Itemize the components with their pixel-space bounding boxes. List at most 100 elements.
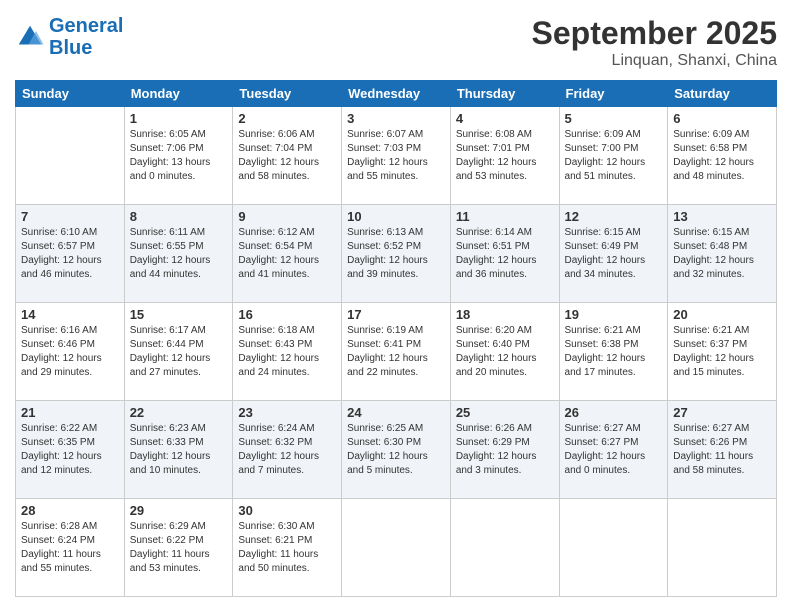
calendar-week-row: 1 Sunrise: 6:05 AM Sunset: 7:06 PM Daylig… — [16, 107, 777, 205]
day-number: 27 — [673, 405, 771, 420]
table-row: 17 Sunrise: 6:19 AM Sunset: 6:41 PM Dayli… — [342, 303, 451, 401]
table-row: 29 Sunrise: 6:29 AM Sunset: 6:22 PM Dayli… — [124, 499, 233, 597]
day-number: 22 — [130, 405, 228, 420]
table-row: 25 Sunrise: 6:26 AM Sunset: 6:29 PM Dayli… — [450, 401, 559, 499]
day-number: 4 — [456, 111, 554, 126]
day-info: Sunrise: 6:20 AM Sunset: 6:40 PM Dayligh… — [456, 324, 554, 380]
day-number: 14 — [21, 307, 119, 322]
day-info: Sunrise: 6:13 AM Sunset: 6:52 PM Dayligh… — [347, 226, 445, 282]
title-block: September 2025 Linquan, Shanxi, China — [532, 15, 777, 70]
table-row: 9Sunrise: 6:12 AM Sunset: 6:54 PM Daylig… — [233, 205, 342, 303]
day-info: Sunrise: 6:16 AM Sunset: 6:46 PM Dayligh… — [21, 324, 119, 380]
day-info: Sunrise: 6:09 AM Sunset: 7:00 PM Dayligh… — [565, 128, 663, 184]
day-number: 13 — [673, 209, 771, 224]
table-row: 2Sunrise: 6:06 AM Sunset: 7:04 PM Daylig… — [233, 107, 342, 205]
day-info: Sunrise: 6:27 AM Sunset: 6:27 PM Dayligh… — [565, 422, 663, 478]
day-info: Sunrise: 6:27 AM Sunset: 6:26 PM Dayligh… — [673, 422, 771, 478]
table-row: 21 Sunrise: 6:22 AM Sunset: 6:35 PM Dayli… — [16, 401, 125, 499]
table-row: 5 Sunrise: 6:09 AM Sunset: 7:00 PM Daylig… — [559, 107, 668, 205]
day-number: 28 — [21, 503, 119, 518]
table-row — [450, 499, 559, 597]
day-number: 25 — [456, 405, 554, 420]
table-row: 18 Sunrise: 6:20 AM Sunset: 6:40 PM Dayli… — [450, 303, 559, 401]
col-tuesday: Tuesday — [233, 81, 342, 107]
logo-icon — [15, 22, 45, 52]
col-wednesday: Wednesday — [342, 81, 451, 107]
day-number: 3 — [347, 111, 445, 126]
day-info: Sunrise: 6:28 AM Sunset: 6:24 PM Dayligh… — [21, 520, 119, 576]
table-row: 30Sunrise: 6:30 AM Sunset: 6:21 PM Dayli… — [233, 499, 342, 597]
day-info: Sunrise: 6:21 AM Sunset: 6:38 PM Dayligh… — [565, 324, 663, 380]
day-info: Sunrise: 6:12 AM Sunset: 6:54 PM Dayligh… — [238, 226, 336, 282]
col-monday: Monday — [124, 81, 233, 107]
table-row: 16 Sunrise: 6:18 AM Sunset: 6:43 PM Dayli… — [233, 303, 342, 401]
day-info: Sunrise: 6:19 AM Sunset: 6:41 PM Dayligh… — [347, 324, 445, 380]
table-row: 22 Sunrise: 6:23 AM Sunset: 6:33 PM Dayli… — [124, 401, 233, 499]
day-info: Sunrise: 6:18 AM Sunset: 6:43 PM Dayligh… — [238, 324, 336, 380]
day-info: Sunrise: 6:06 AM Sunset: 7:04 PM Dayligh… — [238, 128, 336, 184]
table-row: 19 Sunrise: 6:21 AM Sunset: 6:38 PM Dayli… — [559, 303, 668, 401]
day-info: Sunrise: 6:25 AM Sunset: 6:30 PM Dayligh… — [347, 422, 445, 478]
day-info: Sunrise: 6:24 AM Sunset: 6:32 PM Dayligh… — [238, 422, 336, 478]
col-saturday: Saturday — [668, 81, 777, 107]
table-row: 4 Sunrise: 6:08 AM Sunset: 7:01 PM Daylig… — [450, 107, 559, 205]
day-info: Sunrise: 6:11 AM Sunset: 6:55 PM Dayligh… — [130, 226, 228, 282]
table-row: 7Sunrise: 6:10 AM Sunset: 6:57 PM Daylig… — [16, 205, 125, 303]
calendar-header-row: Sunday Monday Tuesday Wednesday Thursday… — [16, 81, 777, 107]
day-info: Sunrise: 6:09 AM Sunset: 6:58 PM Dayligh… — [673, 128, 771, 184]
day-number: 26 — [565, 405, 663, 420]
day-number: 16 — [238, 307, 336, 322]
col-sunday: Sunday — [16, 81, 125, 107]
day-number: 17 — [347, 307, 445, 322]
table-row: 10 Sunrise: 6:13 AM Sunset: 6:52 PM Dayli… — [342, 205, 451, 303]
month-title: September 2025 — [532, 15, 777, 52]
table-row — [559, 499, 668, 597]
table-row: 3 Sunrise: 6:07 AM Sunset: 7:03 PM Daylig… — [342, 107, 451, 205]
table-row: 26 Sunrise: 6:27 AM Sunset: 6:27 PM Dayli… — [559, 401, 668, 499]
calendar-week-row: 14 Sunrise: 6:16 AM Sunset: 6:46 PM Dayli… — [16, 303, 777, 401]
day-info: Sunrise: 6:22 AM Sunset: 6:35 PM Dayligh… — [21, 422, 119, 478]
day-info: Sunrise: 6:08 AM Sunset: 7:01 PM Dayligh… — [456, 128, 554, 184]
day-info: Sunrise: 6:05 AM Sunset: 7:06 PM Dayligh… — [130, 128, 228, 184]
logo-line1: General — [49, 15, 123, 37]
day-info: Sunrise: 6:29 AM Sunset: 6:22 PM Dayligh… — [130, 520, 228, 576]
day-info: Sunrise: 6:10 AM Sunset: 6:57 PM Dayligh… — [21, 226, 119, 282]
table-row: 27 Sunrise: 6:27 AM Sunset: 6:26 PM Dayli… — [668, 401, 777, 499]
table-row: 15 Sunrise: 6:17 AM Sunset: 6:44 PM Dayli… — [124, 303, 233, 401]
calendar-week-row: 28 Sunrise: 6:28 AM Sunset: 6:24 PM Dayli… — [16, 499, 777, 597]
table-row: 24 Sunrise: 6:25 AM Sunset: 6:30 PM Dayli… — [342, 401, 451, 499]
day-number: 24 — [347, 405, 445, 420]
day-info: Sunrise: 6:17 AM Sunset: 6:44 PM Dayligh… — [130, 324, 228, 380]
day-number: 18 — [456, 307, 554, 322]
table-row: 14 Sunrise: 6:16 AM Sunset: 6:46 PM Dayli… — [16, 303, 125, 401]
day-number: 1 — [130, 111, 228, 126]
logo-text: General Blue — [49, 15, 123, 59]
day-number: 21 — [21, 405, 119, 420]
table-row: 1 Sunrise: 6:05 AM Sunset: 7:06 PM Daylig… — [124, 107, 233, 205]
day-number: 5 — [565, 111, 663, 126]
table-row: 20Sunrise: 6:21 AM Sunset: 6:37 PM Dayli… — [668, 303, 777, 401]
day-number: 10 — [347, 209, 445, 224]
day-number: 19 — [565, 307, 663, 322]
day-number: 12 — [565, 209, 663, 224]
day-number: 15 — [130, 307, 228, 322]
day-info: Sunrise: 6:07 AM Sunset: 7:03 PM Dayligh… — [347, 128, 445, 184]
header: General Blue September 2025 Linquan, Sha… — [15, 15, 777, 70]
table-row: 13Sunrise: 6:15 AM Sunset: 6:48 PM Dayli… — [668, 205, 777, 303]
day-number: 6 — [673, 111, 771, 126]
day-number: 29 — [130, 503, 228, 518]
logo-line2: Blue — [49, 37, 92, 59]
day-info: Sunrise: 6:26 AM Sunset: 6:29 PM Dayligh… — [456, 422, 554, 478]
table-row: 12Sunrise: 6:15 AM Sunset: 6:49 PM Dayli… — [559, 205, 668, 303]
table-row: 8 Sunrise: 6:11 AM Sunset: 6:55 PM Daylig… — [124, 205, 233, 303]
logo: General Blue — [15, 15, 123, 59]
table-row: 23Sunrise: 6:24 AM Sunset: 6:32 PM Dayli… — [233, 401, 342, 499]
day-number: 20 — [673, 307, 771, 322]
calendar-table: Sunday Monday Tuesday Wednesday Thursday… — [15, 80, 777, 597]
table-row — [342, 499, 451, 597]
day-number: 8 — [130, 209, 228, 224]
day-info: Sunrise: 6:23 AM Sunset: 6:33 PM Dayligh… — [130, 422, 228, 478]
table-row: 6 Sunrise: 6:09 AM Sunset: 6:58 PM Daylig… — [668, 107, 777, 205]
calendar-week-row: 7Sunrise: 6:10 AM Sunset: 6:57 PM Daylig… — [16, 205, 777, 303]
col-thursday: Thursday — [450, 81, 559, 107]
